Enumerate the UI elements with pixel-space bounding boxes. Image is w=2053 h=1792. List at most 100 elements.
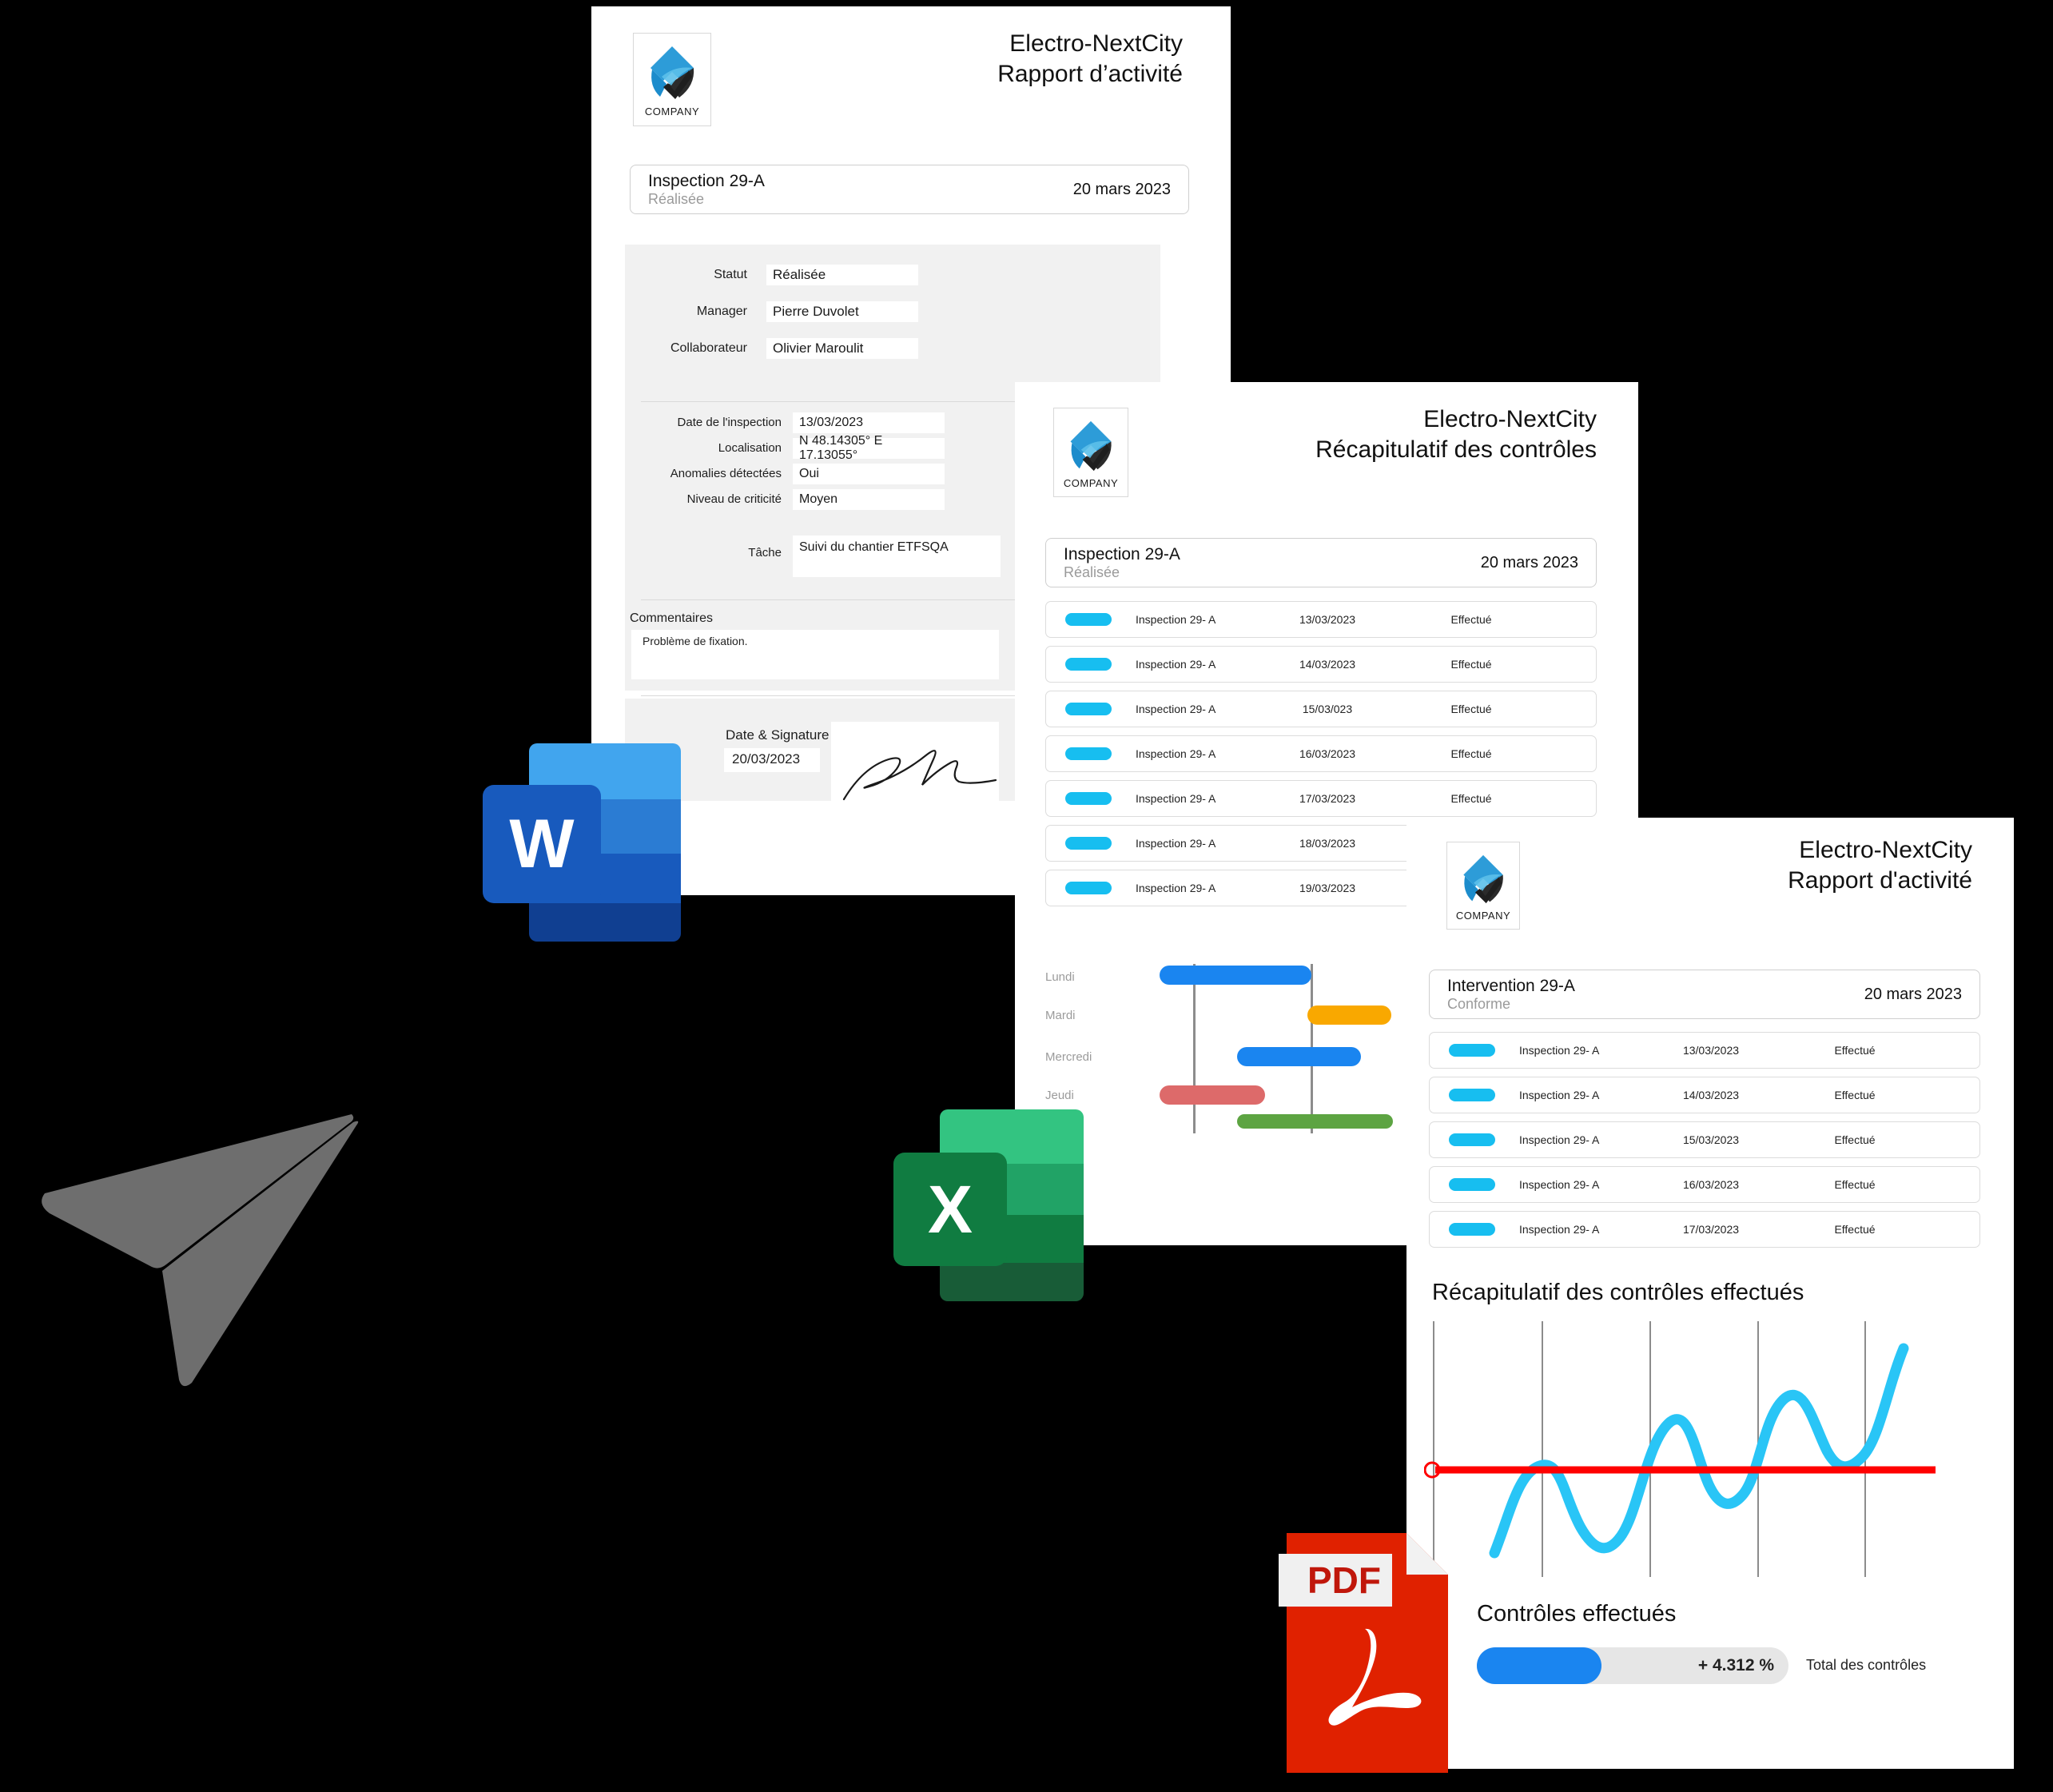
company-logo-mark: [1070, 420, 1112, 471]
row-label: Inspection 29- A: [1136, 658, 1216, 671]
excel-letter: X: [927, 1171, 973, 1247]
row-date: 19/03/2023: [1299, 882, 1356, 894]
row-status: Effectué: [1834, 1178, 1876, 1191]
progress-bar[interactable]: + 4.312 %: [1477, 1647, 1788, 1684]
row-status: Effectué: [1834, 1089, 1876, 1101]
doc1-field-collaborateur-label: Collaborateur: [670, 341, 747, 355]
doc1-field-collaborateur-value: Olivier Maroulit: [766, 338, 918, 359]
gantt-bar-lundi: [1160, 966, 1311, 985]
doc1-divider-2: [641, 599, 1032, 600]
status-pill: [1449, 1223, 1495, 1236]
doc2-summary-name: Inspection 29-A: [1064, 544, 1180, 563]
table-row[interactable]: Inspection 29- A 17/03/2023 Effectué: [1429, 1211, 1980, 1248]
doc1-divider-1: [641, 401, 1032, 402]
line-chart: [1424, 1321, 1936, 1577]
status-pill: [1065, 703, 1112, 715]
company-logo-doc1: COMPANY: [633, 33, 711, 126]
doc2-title: Electro-NextCity Récapitulatif des contr…: [1181, 404, 1597, 466]
signature-scribble-icon: [842, 750, 997, 801]
doc3-chart-title: Récapitulatif des contrôles effectués: [1432, 1280, 1804, 1305]
doc2-title-line1: Electro-NextCity: [1423, 406, 1597, 432]
row-label: Inspection 29- A: [1136, 703, 1216, 715]
doc1-summary-name: Inspection 29-A: [648, 171, 765, 190]
doc1-summary-date: 20 mars 2023: [1072, 180, 1171, 198]
paper-plane-icon: [42, 1114, 359, 1387]
row-date: 15/03/2023: [1682, 1133, 1740, 1146]
gantt-label-mardi: Mardi: [1045, 1009, 1076, 1022]
row-status: Effectué: [1450, 703, 1492, 715]
row-date: 17/03/2023: [1682, 1223, 1740, 1236]
doc3-summary-card[interactable]: Intervention 29-A Conforme 20 mars 2023: [1429, 970, 1980, 1019]
doc1-field-criticite-value: Moyen: [793, 488, 945, 510]
doc1-divider-3: [641, 695, 1032, 696]
row-date: 14/03/2023: [1299, 658, 1356, 671]
doc1-signature-date: 20/03/2023: [732, 751, 801, 767]
word-letter: W: [509, 805, 575, 882]
row-status: Effectué: [1450, 613, 1492, 626]
doc1-comments-value: Problème de fixation.: [643, 635, 748, 647]
table-row[interactable]: Inspection 29- A 15/03/023 Effectué: [1045, 691, 1597, 727]
company-logo-caption: COMPANY: [1063, 476, 1119, 489]
pdf-icon[interactable]: PDF: [1279, 1533, 1462, 1773]
row-label: Inspection 29- A: [1136, 792, 1216, 805]
doc1-field-localisation-label: Localisation: [718, 441, 782, 455]
table-row[interactable]: Inspection 29- A 16/03/2023 Effectué: [1429, 1166, 1980, 1203]
doc1-field-collaborateur[interactable]: Collaborateur Olivier Maroulit: [639, 337, 1151, 360]
doc1-field-manager[interactable]: Manager Pierre Duvolet: [639, 301, 1151, 323]
doc3-summary-state: Conforme: [1447, 995, 1511, 1012]
row-date: 15/03/023: [1302, 703, 1353, 715]
gantt-bar-jeudi-2: [1237, 1114, 1393, 1129]
row-status: Effectué: [1834, 1044, 1876, 1057]
row-date: 13/03/2023: [1299, 613, 1356, 626]
document-card-rapport-activite-pdf[interactable]: COMPANY Electro-NextCity Rapport d'activ…: [1406, 818, 2014, 1769]
doc1-summary-card[interactable]: Inspection 29-A Réalisée 20 mars 2023: [630, 165, 1189, 214]
table-row[interactable]: Inspection 29- A 13/03/2023 Effectué: [1429, 1032, 1980, 1069]
doc3-summary-date: 20 mars 2023: [1864, 985, 1962, 1003]
doc3-title: Electro-NextCity Rapport d'activité: [1589, 835, 1972, 897]
row-label: Inspection 29- A: [1519, 1178, 1600, 1191]
table-row[interactable]: Inspection 29- A 17/03/2023 Effectué: [1045, 780, 1597, 817]
row-label: Inspection 29- A: [1519, 1133, 1600, 1146]
doc1-field-anomalies-label: Anomalies détectées: [670, 467, 782, 480]
table-row[interactable]: Inspection 29- A 13/03/2023 Effectué: [1045, 601, 1597, 638]
gantt-label-lundi: Lundi: [1045, 970, 1075, 984]
company-logo-caption: COMPANY: [1455, 909, 1511, 922]
doc2-summary-card[interactable]: Inspection 29-A Réalisée 20 mars 2023: [1045, 538, 1597, 587]
status-pill: [1449, 1133, 1495, 1146]
doc1-field-date-inspection-label: Date de l'inspection: [677, 416, 782, 429]
doc1-field-tache-label: Tâche: [748, 546, 782, 560]
status-pill: [1449, 1089, 1495, 1101]
row-label: Inspection 29- A: [1519, 1089, 1600, 1101]
doc1-field-statut[interactable]: Statut Réalisée: [639, 264, 1151, 286]
gantt-label-mercredi: Mercredi: [1045, 1050, 1092, 1064]
status-pill: [1065, 613, 1112, 626]
status-pill: [1449, 1178, 1495, 1191]
row-label: Inspection 29- A: [1136, 747, 1216, 760]
row-date: 16/03/2023: [1299, 747, 1356, 760]
table-row[interactable]: Inspection 29- A 15/03/2023 Effectué: [1429, 1121, 1980, 1158]
row-status: Effectué: [1450, 747, 1492, 760]
doc2-summary-left: Inspection 29-A Réalisée: [1064, 545, 1180, 581]
row-date: 17/03/2023: [1299, 792, 1356, 805]
doc1-field-anomalies-value: Oui: [793, 463, 945, 484]
gantt-label-jeudi: Jeudi: [1045, 1089, 1074, 1102]
doc1-field-manager-value: Pierre Duvolet: [766, 301, 918, 322]
excel-band-darkest: [940, 1263, 1084, 1301]
doc1-field-manager-label: Manager: [696, 305, 747, 318]
doc3-summary-left: Intervention 29-A Conforme: [1447, 977, 1575, 1013]
excel-icon[interactable]: X: [887, 1101, 1119, 1309]
row-label: Inspection 29- A: [1136, 837, 1216, 850]
word-icon[interactable]: W: [473, 735, 713, 951]
table-row[interactable]: Inspection 29- A 14/03/2023 Effectué: [1045, 646, 1597, 683]
table-row[interactable]: Inspection 29- A 14/03/2023 Effectué: [1429, 1077, 1980, 1113]
row-date: 18/03/2023: [1299, 837, 1356, 850]
gantt-gridline: [1193, 964, 1196, 1133]
status-pill: [1065, 837, 1112, 850]
company-logo-doc3: COMPANY: [1446, 842, 1520, 930]
word-band-darkest: [529, 903, 681, 942]
doc3-summary-name: Intervention 29-A: [1447, 976, 1575, 995]
gantt-bar-jeudi: [1160, 1085, 1265, 1105]
progress-bar-fill: [1477, 1647, 1601, 1684]
doc2-summary-date: 20 mars 2023: [1480, 553, 1578, 571]
table-row[interactable]: Inspection 29- A 16/03/2023 Effectué: [1045, 735, 1597, 772]
